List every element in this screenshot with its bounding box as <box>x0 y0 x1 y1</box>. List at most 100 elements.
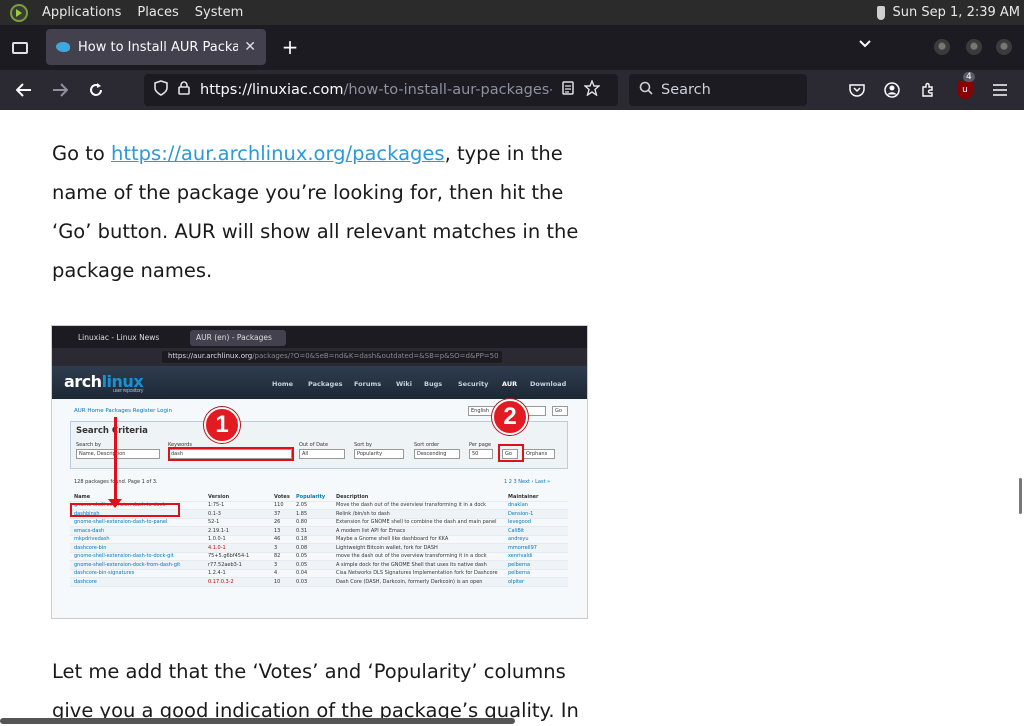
shot-table-cell: levegood <box>508 519 531 526</box>
shot-table-cell: dashcore-bin <box>74 544 107 551</box>
tab-strip: How to Install AUR Packages ✕ + <box>0 25 1024 70</box>
minimize-window-icon[interactable] <box>934 39 950 55</box>
shot-pager: 1 2 3 Next › Last » <box>504 479 551 485</box>
tracking-shield-icon[interactable] <box>154 80 168 100</box>
shot-table-cell: 0.03 <box>296 578 308 585</box>
pocket-icon[interactable] <box>845 78 869 102</box>
address-bar[interactable]: https://linuxiac.com/how-to-install-aur-… <box>144 74 618 106</box>
shot-table-cell: 3 <box>274 544 278 551</box>
tab-title: How to Install AUR Packages <box>78 39 239 55</box>
shot-col-name: Name <box>74 493 91 500</box>
shot-table-cell: 110 <box>274 502 284 509</box>
shot-table-cell: dashcore <box>74 578 97 585</box>
new-tab-plus-icon[interactable]: + <box>278 35 302 59</box>
shot-menu-packages: Packages <box>308 380 343 388</box>
shot-orphans-button: Orphans <box>523 449 555 459</box>
places-menu[interactable]: Places <box>129 5 186 20</box>
shot-table-cell: 1.85 <box>296 510 308 517</box>
shot-field-label: Sort by <box>354 442 372 448</box>
close-window-icon[interactable] <box>996 39 1012 55</box>
distro-logo-icon[interactable] <box>10 3 28 22</box>
shot-table-cell: Dension-1 <box>508 510 534 517</box>
shot-table-row: emacs-dash 2.19.1-1 13 0.31 A modern list AP… <box>70 527 568 536</box>
url-text[interactable]: https://linuxiac.com/how-to-install-aur-… <box>200 82 552 98</box>
navigation-toolbar: https://linuxiac.com/how-to-install-aur-… <box>0 70 1024 110</box>
shot-table-cell: 37 <box>274 510 281 517</box>
shot-table-cell: 1.2.4-1 <box>208 570 226 577</box>
tab-active[interactable]: How to Install AUR Packages ✕ <box>46 29 266 65</box>
shot-table-cell: A modern list API for Emacs <box>336 527 406 534</box>
first-result-highlight-box <box>70 503 180 517</box>
shot-col-maintainer: Maintainer <box>508 493 539 500</box>
clock-text[interactable]: Sun Sep 1, 2:39 AM <box>893 5 1020 20</box>
reader-view-icon[interactable] <box>562 81 574 99</box>
panel-clock-area[interactable]: Sun Sep 1, 2:39 AM <box>876 0 1020 25</box>
applications-menu[interactable]: Applications <box>34 5 129 20</box>
shot-table-cell: 0.80 <box>296 519 308 526</box>
account-icon[interactable] <box>880 78 904 102</box>
red-arrow-shaft <box>114 417 117 505</box>
shot-col-popularity: Popularity <box>296 493 326 500</box>
ublock-origin-icon[interactable]: u <box>953 78 977 102</box>
shot-table-cell: 0.17.0.3-2 <box>208 578 234 585</box>
shot-aur-header: archlinux user repository Home Packages F… <box>52 366 587 399</box>
callout-number-2: 2 <box>492 399 528 435</box>
reload-icon[interactable] <box>84 78 108 102</box>
shot-field-label: Sort order <box>414 442 440 448</box>
shot-table-cell: Cisa Networks DLS Signatures Implementat… <box>336 570 498 577</box>
list-all-tabs-chevron-icon[interactable] <box>858 37 872 53</box>
extension-badge: 4 <box>963 72 975 82</box>
shot-search-criteria-title: Search Criteria <box>76 426 148 436</box>
shot-table-cell: Extension for GNOME shell to combine the… <box>336 519 497 526</box>
firefox-view-icon[interactable] <box>0 25 40 70</box>
keywords-highlight-box <box>168 447 294 461</box>
shot-table-cell: dnaklan <box>508 502 528 509</box>
article-paragraph-2: Let me add that the ‘Votes’ and ‘Popular… <box>52 660 579 722</box>
search-bar[interactable]: Search <box>629 74 807 106</box>
forward-arrow-icon[interactable] <box>48 78 72 102</box>
bookmark-star-icon[interactable] <box>583 79 601 100</box>
shot-table-cell: 0.08 <box>296 544 308 551</box>
shot-table-row: dashcore-bin-signatures 1.2.4-1 4 0.04 Cisa … <box>70 570 568 578</box>
shot-tab-aur: AUR (en) - Packages <box>190 330 286 346</box>
shot-url: https://aur.archlinux.org/packages/?O=0&… <box>162 351 502 363</box>
system-menu[interactable]: System <box>187 5 251 20</box>
shot-table-cell: Dash Core (DASH, Darkcoin, formerly Dark… <box>336 578 483 585</box>
shot-table-row: dashcore 0.17.0.3-2 10 0.03 Dash Core (DASH,… <box>70 578 568 587</box>
gnome-top-panel: Applications Places System Sun Sep 1, 2:… <box>0 0 1024 25</box>
horizontal-scrollbar[interactable] <box>0 718 515 724</box>
shot-field-value: All <box>299 449 345 459</box>
hamburger-menu-icon[interactable] <box>988 78 1012 102</box>
vertical-scrollbar-thumb[interactable] <box>1019 478 1022 514</box>
tab-close-icon[interactable]: ✕ <box>244 39 256 55</box>
callout-number-1: 1 <box>204 407 240 443</box>
aur-packages-link[interactable]: https://aur.archlinux.org/packages <box>111 142 445 165</box>
shot-table-cell: 0.05 <box>296 553 308 560</box>
shot-table-cell: gnome-shell-extension-dash-to-dock-git <box>74 553 174 560</box>
shot-search-criteria-box: Search Criteria Search by Name, Descript… <box>70 421 568 469</box>
shot-tab-strip: Linuxiac - Linux News AUR (en) - Package… <box>52 326 587 348</box>
shot-table-cell: xenrivaldi <box>508 553 533 560</box>
shot-table-cell: mkpdrivedash <box>74 536 110 543</box>
search-placeholder: Search <box>661 82 711 98</box>
shot-table-cell: Relink /bin/sh to dash <box>336 510 390 517</box>
shot-menu-home: Home <box>272 380 294 388</box>
extensions-puzzle-icon[interactable] <box>916 78 940 102</box>
archlinux-logo: archlinux user repository <box>64 372 144 394</box>
shot-table-cell: 1.0.0-1 <box>208 536 226 543</box>
shot-field-label: Per page <box>469 442 492 448</box>
shot-tab-linuxiac: Linuxiac - Linux News <box>78 333 160 342</box>
shot-table-cell: 0.04 <box>296 570 308 577</box>
shot-col-description: Description <box>336 493 369 500</box>
shot-menu-download: Download <box>530 380 567 388</box>
maximize-window-icon[interactable] <box>966 39 982 55</box>
network-indicator-icon[interactable] <box>876 5 885 20</box>
shot-table-cell: dashcore-bin-signatures <box>74 570 135 577</box>
back-arrow-icon[interactable] <box>12 78 36 102</box>
shot-table-cell: 82 <box>274 553 281 560</box>
shot-table-cell: andreyu <box>508 536 529 543</box>
article-paragraph-1: Go to https://aur.archlinux.org/packages… <box>52 142 579 282</box>
shot-table-row: gnome-shell-extension-dash-to-dock-git 75… <box>70 553 568 561</box>
padlock-icon[interactable] <box>178 81 190 99</box>
shot-table-cell: 4.1.0-1 <box>208 544 226 551</box>
